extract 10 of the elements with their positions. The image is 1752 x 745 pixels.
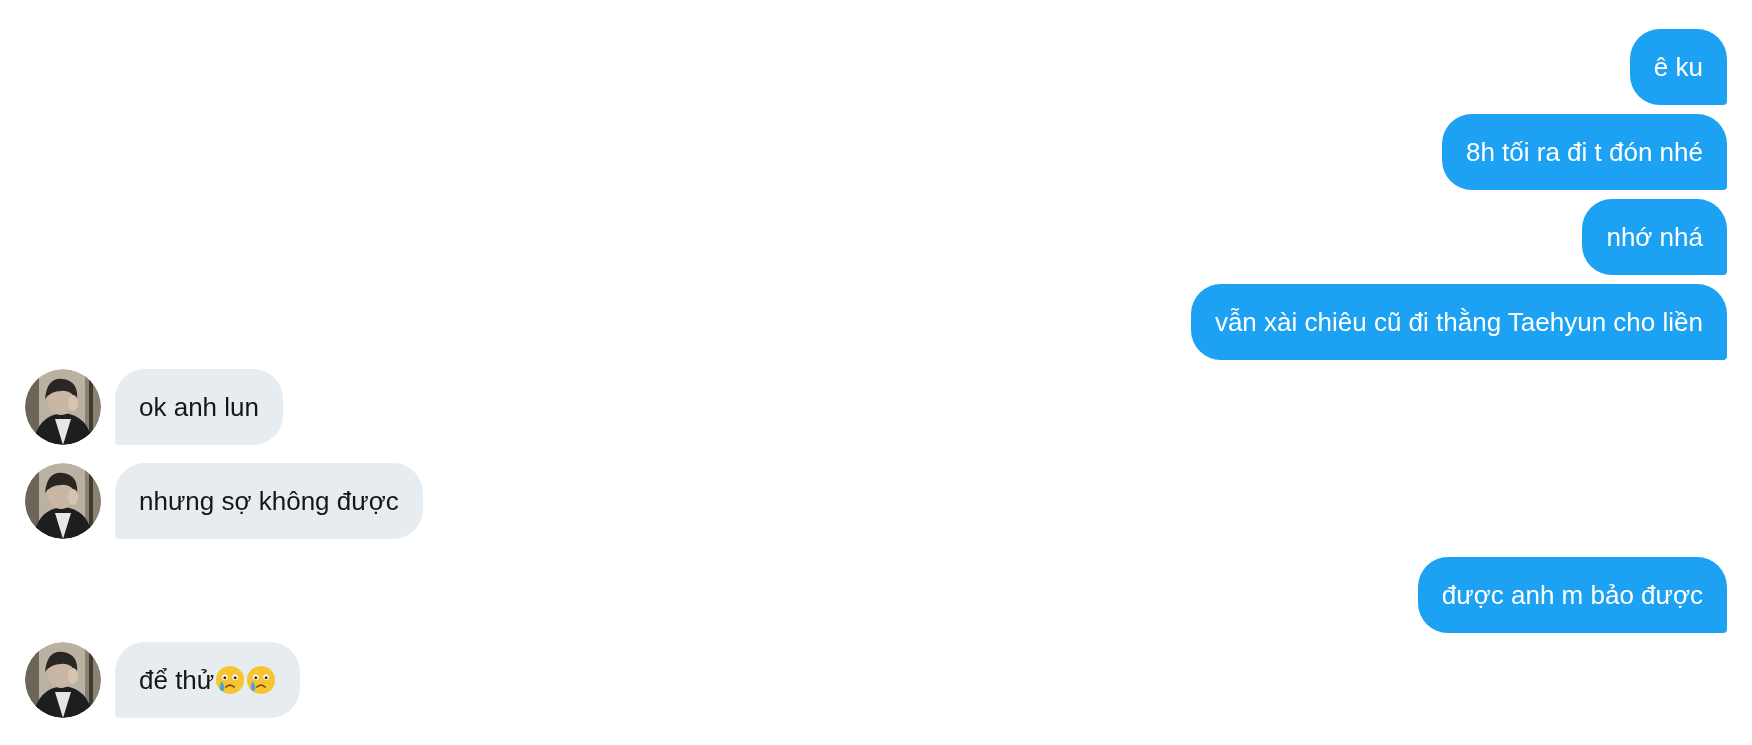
message-bubble: vẫn xài chiêu cũ đi thằng Taehyun cho liền [1190, 284, 1727, 360]
message-bubble: 8h tối ra đi t đón nhé [1441, 114, 1727, 190]
crying-face-icon [215, 665, 246, 695]
message-bubble: được anh m bảo được [1417, 557, 1727, 633]
message-text: nhưng sợ không được [139, 485, 399, 517]
message-text: ok anh lun [139, 391, 259, 423]
message-bubble: nhớ nhá [1582, 199, 1727, 275]
message-bubble: ê ku [1629, 29, 1727, 105]
message-text: để thử [139, 664, 215, 696]
crying-face-icon [246, 665, 277, 695]
